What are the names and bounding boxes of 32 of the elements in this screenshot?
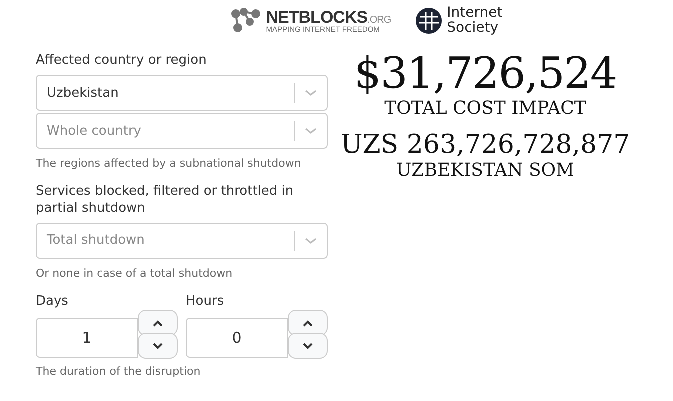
organization-name: Society — [447, 21, 500, 36]
network-nodes-icon — [230, 8, 262, 34]
chevron-down-icon — [303, 342, 313, 350]
decrement-button[interactable] — [288, 333, 328, 359]
number-field[interactable]: 1 — [36, 318, 138, 358]
dropdown[interactable]: Uzbekistan — [36, 75, 328, 112]
dropdown[interactable]: Total shutdown — [36, 222, 328, 259]
chevron-down-icon — [304, 236, 318, 246]
field-label: Hours — [186, 294, 226, 310]
dropdown[interactable]: Whole country — [36, 113, 328, 150]
field-label: Affected country or region — [36, 53, 208, 70]
increment-button[interactable] — [288, 310, 328, 336]
chevron-up-icon — [153, 320, 163, 326]
help-text: The regions affected by a subnational shutdown — [36, 157, 302, 170]
chevron-down-icon — [153, 342, 163, 350]
increment-button[interactable] — [138, 310, 178, 336]
organization-name: Internet — [447, 6, 503, 21]
help-text: The duration of the disruption — [36, 365, 202, 378]
chevron-down-icon — [304, 88, 318, 98]
cost-caption: TOTAL COST IMPACT — [384, 98, 586, 120]
decrement-button[interactable] — [138, 333, 178, 359]
field-label: Days — [36, 294, 70, 310]
field-label: Services blocked, filtered or throttled in partial shutdown — [36, 184, 295, 217]
number-field[interactable]: 0 — [186, 318, 288, 358]
chevron-up-icon — [303, 320, 313, 326]
chevron-down-icon — [304, 126, 318, 136]
globe-icon — [415, 7, 444, 35]
cost-amount: $31,726,524 — [354, 51, 617, 98]
local-cost-amount: UZS 263,726,728,877 — [340, 131, 630, 160]
netblocks-logo-text: NETBLOCKS.ORG — [266, 8, 392, 26]
currency-caption: UZBEKISTAN SOM — [396, 160, 574, 181]
help-text: Or none in case of a total shutdown — [36, 266, 234, 280]
